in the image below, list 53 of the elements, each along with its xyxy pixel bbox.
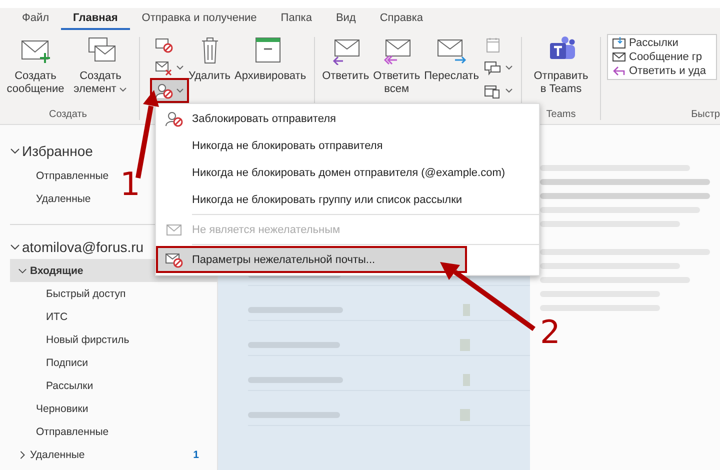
person-blocked-icon — [165, 110, 183, 126]
envelope-x-icon — [154, 60, 172, 76]
new-item-button[interactable]: Создать элемент — [68, 33, 133, 98]
chat-bubbles-icon — [484, 60, 502, 76]
reply-button[interactable]: Ответить — [320, 33, 372, 85]
ribbon-tab[interactable]: Вид — [324, 8, 368, 30]
menu-item[interactable]: Заблокировать отправителя — [156, 105, 539, 132]
caret-icon — [176, 88, 184, 93]
new-message-button[interactable]: Создать сообщение — [3, 33, 68, 98]
caret-icon — [119, 86, 128, 92]
folder-item[interactable]: Рассылки — [10, 374, 217, 397]
junk-button[interactable] — [152, 80, 186, 101]
group-label: Создать — [48, 108, 88, 122]
calendar-icon — [484, 36, 502, 52]
annotation-number: 1 — [120, 168, 140, 200]
folder-item[interactable]: Отправленные — [10, 420, 217, 443]
envelope-blocked-icon — [165, 252, 183, 268]
person-blocked-icon — [154, 82, 172, 98]
envelope-icon — [165, 222, 183, 238]
forward-button[interactable]: Переслать — [422, 33, 481, 85]
folder-item[interactable]: Подписи — [10, 351, 217, 374]
folder-item[interactable]: Черновики — [10, 397, 217, 420]
caret-icon — [504, 65, 513, 70]
quick-step[interactable]: Ответить и уда — [629, 65, 706, 77]
quick-step[interactable]: Рассылки — [629, 37, 678, 49]
unread-count: 1 — [193, 448, 199, 460]
envelope-blocked-icon — [154, 36, 172, 52]
menu-item[interactable]: Параметры нежелательной почты... — [156, 246, 467, 273]
group-label: Быстр — [690, 108, 720, 122]
reply-all-button[interactable]: Ответить всем — [371, 33, 422, 98]
menu-item[interactable]: Никогда не блокировать отправителя — [156, 132, 539, 159]
send-to-teams-button[interactable]: Отправить в Teams — [528, 33, 594, 98]
account-header[interactable]: atomilova@forus.ru — [22, 239, 144, 255]
envelope-icon — [612, 51, 626, 63]
caret-icon — [176, 65, 184, 70]
menu-item[interactable]: Никогда не блокировать группу или список рассылки — [156, 186, 539, 213]
ribbon-tab[interactable]: Отправка и получение — [130, 8, 269, 30]
favorites-header[interactable]: Избранное — [22, 143, 93, 159]
group-label: Teams — [545, 108, 577, 122]
ribbon-tab[interactable]: Папка — [268, 8, 324, 30]
folder-item[interactable]: ИТС — [10, 305, 217, 328]
folder-item[interactable]: Удаленные 1 — [10, 443, 217, 466]
reply-arrow-icon — [612, 65, 626, 77]
annotation-number: 2 — [540, 316, 560, 348]
caret-icon — [504, 88, 513, 93]
calendar-phone-icon — [484, 82, 502, 98]
quick-step[interactable]: Сообщение гр — [629, 51, 702, 63]
menu-item[interactable]: Никогда не блокировать домен отправителя (@example.com) — [156, 159, 539, 186]
ribbon-tab[interactable]: Файл — [10, 8, 62, 30]
folder-item[interactable]: Новый фирстиль — [10, 328, 217, 351]
ribbon-tab[interactable]: Справка — [368, 8, 436, 30]
folder-item[interactable]: Быстрый доступ — [10, 282, 217, 305]
delete-button[interactable]: Удалить — [186, 33, 232, 85]
